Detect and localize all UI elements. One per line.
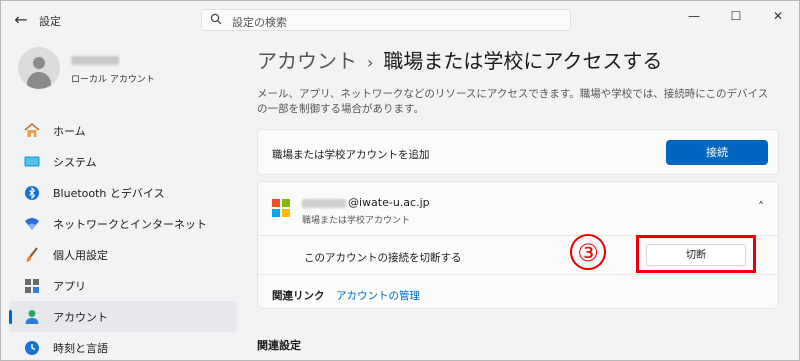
search-placeholder: 設定の検索 xyxy=(232,16,287,29)
sidebar-item-label: 時刻と言語 xyxy=(53,341,108,355)
email-redacted xyxy=(302,199,346,208)
connect-button[interactable]: 接続 xyxy=(666,140,768,165)
breadcrumb-parent[interactable]: アカウント xyxy=(257,49,357,73)
step-annotation: ③ xyxy=(570,234,606,270)
sidebar-item-apps[interactable]: アプリ xyxy=(9,270,237,301)
sidebar-item-personalization[interactable]: 個人用設定 xyxy=(9,239,237,270)
sidebar-item-system[interactable]: システム xyxy=(9,146,237,177)
arrow-left-icon[interactable]: ← xyxy=(9,9,33,31)
breadcrumb: アカウント › 職場または学校にアクセスする xyxy=(257,45,662,74)
account-card: @iwate-u.ac.jp 職場または学校アカウント ˄ このアカウントの接続… xyxy=(257,181,779,309)
disconnect-button[interactable]: 切断 xyxy=(646,244,746,266)
sidebar-item-label: Bluetooth とデバイス xyxy=(53,186,165,200)
title-bar: ← 設定 設定の検索 — ☐ ✕ xyxy=(1,1,799,41)
app-title: 設定 xyxy=(39,15,61,28)
brush-icon xyxy=(23,246,41,263)
divider xyxy=(258,274,778,275)
microsoft-logo-icon xyxy=(272,199,290,217)
chevron-up-icon[interactable]: ˄ xyxy=(758,200,764,214)
clock-icon xyxy=(23,340,41,356)
sidebar-item-bluetooth[interactable]: Bluetooth とデバイス xyxy=(9,177,237,208)
account-email: @iwate-u.ac.jp xyxy=(348,196,430,209)
search-icon xyxy=(210,13,222,25)
sidebar-item-home[interactable]: ホーム xyxy=(9,115,237,146)
manage-account-link[interactable]: アカウントの管理 xyxy=(336,288,420,303)
profile-name-redacted xyxy=(71,56,119,65)
related-links-label: 関連リンク xyxy=(272,290,325,302)
minimize-button[interactable]: — xyxy=(673,1,715,31)
wifi-icon xyxy=(23,216,41,232)
active-indicator xyxy=(9,310,12,324)
page-description: メール、アプリ、ネットワークなどのリソースにアクセスできます。職場や学校では、接… xyxy=(257,88,769,115)
disconnect-label: このアカウントの接続を切断する xyxy=(304,252,462,264)
sidebar-item-label: アカウント xyxy=(53,310,108,324)
settings-window: ← 設定 設定の検索 — ☐ ✕ ローカル アカウント ホーム システム Blu… xyxy=(0,0,800,361)
apps-icon xyxy=(23,278,41,294)
related-settings-heading: 関連設定 xyxy=(257,339,301,352)
account-icon xyxy=(23,309,41,325)
maximize-button[interactable]: ☐ xyxy=(715,1,757,31)
home-icon xyxy=(23,123,41,139)
search-box[interactable]: 設定の検索 xyxy=(201,9,571,31)
close-button[interactable]: ✕ xyxy=(757,1,799,31)
sidebar-item-label: アプリ xyxy=(53,279,86,293)
add-account-card: 職場または学校アカウントを追加 接続 xyxy=(257,129,779,175)
sidebar-item-network[interactable]: ネットワークとインターネット xyxy=(9,208,237,239)
avatar[interactable] xyxy=(18,47,60,89)
account-type: 職場または学校アカウント xyxy=(302,216,411,226)
bluetooth-icon xyxy=(23,185,41,201)
breadcrumb-separator: › xyxy=(367,53,374,72)
sidebar-item-label: ホーム xyxy=(53,124,86,138)
add-account-label: 職場または学校アカウントを追加 xyxy=(272,149,430,161)
sidebar-nav: ホーム システム Bluetooth とデバイス ネットワークとインターネット … xyxy=(9,115,237,360)
page-title: 職場または学校にアクセスする xyxy=(383,49,663,73)
sidebar-item-time-language[interactable]: 時刻と言語 xyxy=(9,332,237,360)
profile-account-type: ローカル アカウント xyxy=(71,75,155,85)
sidebar-item-label: システム xyxy=(53,155,97,169)
system-icon xyxy=(23,154,41,170)
sidebar-item-label: 個人用設定 xyxy=(53,248,108,262)
sidebar-item-accounts[interactable]: アカウント xyxy=(9,301,237,332)
sidebar-item-label: ネットワークとインターネット xyxy=(53,217,207,231)
window-controls: — ☐ ✕ xyxy=(673,1,799,31)
